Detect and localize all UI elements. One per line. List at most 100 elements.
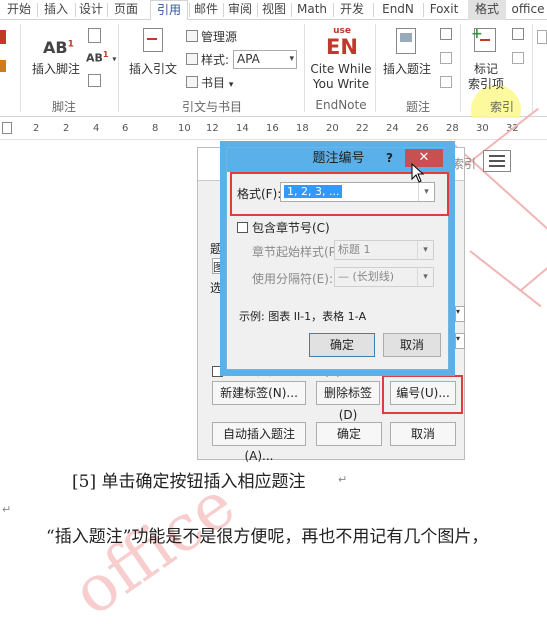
tab-math[interactable]: Math [292, 0, 332, 20]
ruler-tick: 30 [476, 123, 489, 134]
clipped-icon [0, 30, 6, 44]
tab-office[interactable]: office [509, 0, 547, 20]
style-label: 样式: [201, 53, 230, 67]
ruler-tick: 10 [178, 123, 191, 134]
index-group-label: 索引 [489, 100, 514, 114]
ruler-tick: 16 [266, 123, 279, 134]
ruler-tick: 20 [326, 123, 339, 134]
chevron-down-icon: ▾ [417, 241, 433, 259]
mouse-cursor-icon [411, 162, 425, 186]
insert-index-icon[interactable] [512, 28, 524, 40]
paragraph-mark: ↵ [2, 503, 12, 516]
chevron-down-icon: ▾ [455, 306, 465, 322]
tab-references[interactable]: 引用 [150, 0, 188, 21]
mark-entry-icon[interactable]: + [471, 26, 496, 52]
insert-footnote-button[interactable]: 插入脚注 [28, 62, 84, 77]
tab-review[interactable]: 审阅 [224, 0, 256, 20]
chevron-down-icon: ▾ [417, 268, 433, 286]
cross-reference-icon[interactable] [440, 76, 452, 88]
ruler-tick: 12 [206, 123, 219, 134]
tab-layout[interactable]: 页面 [108, 0, 144, 20]
citation-style-select[interactable]: APA ▾ [233, 50, 297, 69]
paragraph-mark: ↵ [338, 473, 348, 486]
mark-entry-line2[interactable]: 索引项 [462, 77, 510, 92]
tab-insert[interactable]: 插入 [38, 0, 74, 20]
step-text: [5] 单击确定按钮插入相应题注 [72, 472, 306, 492]
endnote-group-label: EndNote [315, 98, 367, 112]
tab-mailings[interactable]: 邮件 [190, 0, 222, 20]
ruler-tick: 14 [236, 123, 249, 134]
cite-while-you-write-line2[interactable]: You Write [308, 77, 374, 92]
chapter-style-label: 章节起始样式(P) [252, 245, 341, 259]
update-index-icon[interactable] [512, 52, 524, 64]
clipped-icon [0, 60, 6, 72]
tab-foxit[interactable]: Foxit [424, 0, 464, 20]
insert-caption-icon[interactable] [396, 28, 416, 54]
caption-field-partial: 图 [212, 258, 226, 274]
ruler-tick: 18 [296, 123, 309, 134]
caption-cancel-button[interactable]: 取消 [390, 422, 456, 446]
new-label-button[interactable]: 新建标签(N)... [212, 381, 306, 405]
bibliography-icon [186, 76, 198, 88]
ruler-tick: 28 [446, 123, 459, 134]
body-paragraph: “插入题注”功能是不是很方便呢，再也不用记有几个图片， [46, 527, 489, 547]
clipped-icon [537, 30, 547, 44]
tab-view[interactable]: 视图 [258, 0, 290, 20]
auto-caption-button[interactable]: 自动插入题注(A)... [212, 422, 306, 463]
caption-ok-button[interactable]: 确定 [316, 422, 382, 446]
cancel-button[interactable]: 取消 [383, 333, 441, 357]
ribbon: AB1 插入脚注 AB1 ▾ 脚注 插入引文 管理源 样式: APA ▾ 书目 … [0, 20, 547, 135]
tab-endnote[interactable]: EndN [376, 0, 420, 20]
bibliography-button[interactable]: 书目 ▾ [201, 74, 233, 91]
insert-table-of-figures-icon[interactable] [440, 28, 452, 40]
manage-sources-icon[interactable] [186, 30, 198, 42]
ruler-tick: 6 [122, 123, 129, 134]
separator-select[interactable]: — (长划线) ▾ [334, 267, 434, 287]
tab-format[interactable]: 格式 [468, 0, 506, 20]
update-table-icon[interactable] [440, 52, 452, 64]
caption-label-partial: 题 [210, 242, 223, 256]
tab-design[interactable]: 设计 [76, 0, 106, 20]
watermark: office [60, 467, 249, 631]
index-partial-text: 索引 [452, 157, 477, 171]
watermark-stroke [519, 264, 547, 292]
include-chapter-label: 包含章节号(C) [252, 221, 330, 235]
tab-home[interactable]: 开始 [2, 0, 36, 20]
endnote-logo-icon[interactable]: EN [320, 35, 364, 59]
numbering-highlight-box [382, 375, 463, 414]
exclude-label-checkbox[interactable] [212, 366, 223, 377]
watermark-stroke [469, 250, 542, 308]
captions-group-label: 题注 [405, 100, 430, 114]
delete-label-button[interactable]: 删除标签(D) [316, 381, 380, 422]
ribbon-tab-bar: 开始 插入 设计 页面 引用 邮件 审阅 视图 Math 开发 EndN Fox… [0, 0, 547, 21]
example-text: 示例: 图表 II-1，表格 1-A [239, 310, 367, 323]
insert-footnote-icon[interactable]: AB1 [43, 38, 74, 57]
citations-group-label: 引文与书目 [181, 100, 242, 114]
chapter-style-select[interactable]: 标题 1 ▾ [334, 240, 434, 260]
chevron-down-icon: ▾ [289, 54, 294, 64]
ruler-tick: 24 [386, 123, 399, 134]
help-icon[interactable]: ? [386, 148, 393, 168]
mark-entry-line1[interactable]: 标记 [466, 62, 506, 77]
ruler-tick: 4 [93, 123, 100, 134]
insert-citation-button[interactable]: 插入引文 [124, 62, 182, 77]
ruler-tick: 8 [152, 123, 159, 134]
tab-selector-icon[interactable] [2, 122, 12, 134]
insert-caption-button[interactable]: 插入题注 [378, 62, 436, 77]
style-icon [186, 53, 198, 65]
show-notes-icon[interactable] [88, 74, 101, 87]
horizontal-ruler[interactable]: 2 2 4 6 8 10 12 14 16 18 20 22 24 26 28 … [0, 118, 547, 140]
separator-label: 使用分隔符(E): [252, 272, 333, 286]
manage-sources-button[interactable]: 管理源 [201, 28, 237, 45]
chevron-down-icon: ▾ [455, 333, 465, 349]
tab-developer[interactable]: 开发 [334, 0, 370, 20]
ruler-tick: 22 [356, 123, 369, 134]
caption-icon [483, 150, 511, 172]
next-footnote-icon[interactable]: AB1 ▾ [86, 50, 116, 65]
insert-endnote-icon[interactable] [88, 28, 101, 43]
include-chapter-checkbox[interactable] [237, 222, 248, 233]
ok-button[interactable]: 确定 [309, 333, 375, 357]
insert-citation-icon[interactable] [143, 28, 163, 52]
ruler-tick: 26 [416, 123, 429, 134]
cite-while-you-write-line1[interactable]: Cite While [308, 62, 374, 77]
